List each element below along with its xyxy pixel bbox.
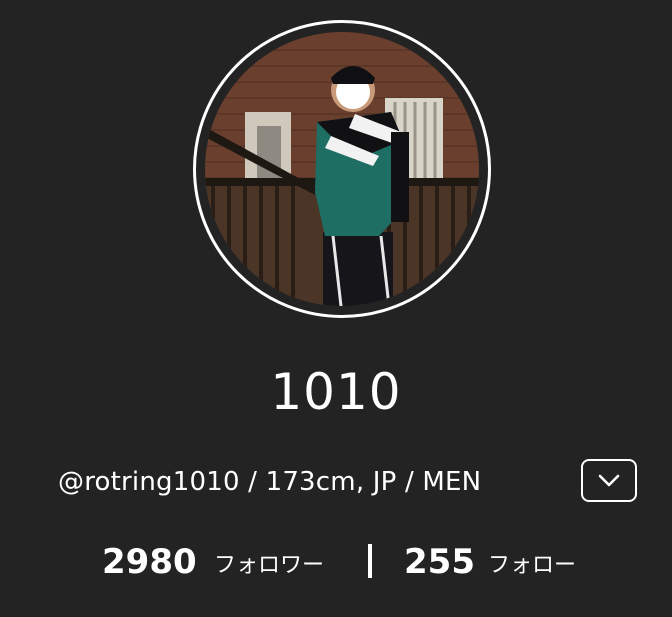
followers-label[interactable]: フォロワー: [214, 551, 324, 581]
avatar-ring[interactable]: [193, 20, 491, 318]
followers-count[interactable]: 2980: [102, 540, 197, 584]
profile-header: 1010 @rotring1010 / 173cm, JP / MEN 2980…: [0, 0, 672, 617]
profile-meta-row: @rotring1010 / 173cm, JP / MEN: [0, 459, 672, 505]
stats-row: 2980 フォロワー 255 フォロー: [0, 538, 672, 588]
avatar[interactable]: [205, 32, 479, 306]
avatar-photo: [205, 32, 479, 306]
chevron-down-icon: [598, 474, 620, 487]
stats-divider: [368, 544, 372, 578]
following-count[interactable]: 255: [404, 540, 475, 584]
profile-meta-text: @rotring1010 / 173cm, JP / MEN: [58, 467, 482, 497]
expand-profile-button[interactable]: [581, 459, 637, 502]
following-label[interactable]: フォロー: [488, 551, 576, 581]
display-name: 1010: [270, 363, 402, 421]
